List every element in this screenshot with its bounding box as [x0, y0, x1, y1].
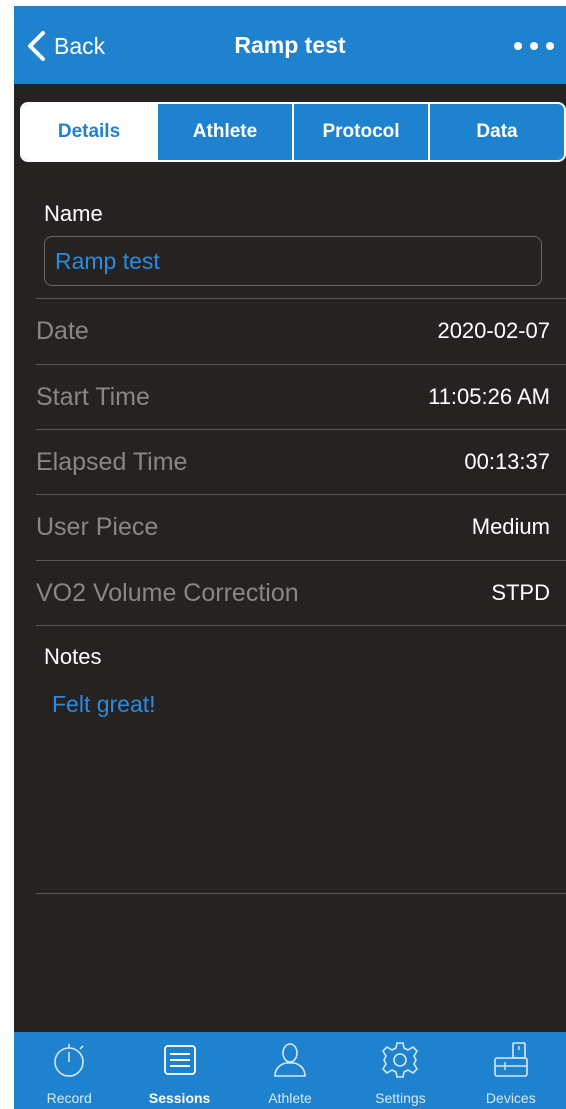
elapsed-time-label: Elapsed Time — [36, 447, 188, 476]
divider — [36, 893, 566, 894]
tab-protocol[interactable]: Protocol — [292, 104, 428, 160]
tabbar-item-sessions[interactable]: Sessions — [124, 1032, 234, 1109]
start-time-label: Start Time — [36, 382, 150, 411]
tab-data[interactable]: Data — [428, 104, 564, 160]
tabbar-label: Athlete — [268, 1090, 312, 1106]
tabbar-label: Record — [46, 1090, 92, 1106]
date-row: Date 2020-02-07 — [36, 299, 550, 363]
user-piece-row[interactable]: User Piece Medium — [36, 495, 550, 559]
vo2-correction-label: VO2 Volume Correction — [36, 578, 299, 607]
user-piece-label: User Piece — [36, 512, 159, 541]
device-icon — [494, 1042, 528, 1077]
vo2-correction-value: STPD — [491, 580, 550, 605]
tabbar-item-devices[interactable]: Devices — [456, 1032, 566, 1109]
divider — [36, 625, 566, 626]
more-horizontal-icon — [514, 42, 522, 50]
stopwatch-icon — [54, 1044, 85, 1077]
notes-label: Notes — [44, 644, 102, 669]
tabbar-label: Settings — [375, 1090, 426, 1106]
tabbar-item-settings[interactable]: Settings — [345, 1032, 455, 1109]
tab-athlete[interactable]: Athlete — [156, 104, 292, 160]
tabbar-item-athlete[interactable]: Athlete — [235, 1032, 345, 1109]
tab-details[interactable]: Details — [22, 104, 156, 160]
navigation-bar: Back Ramp test — [14, 6, 566, 84]
page-title: Ramp test — [234, 32, 346, 58]
name-label: Name — [44, 201, 103, 226]
tabbar-label: Devices — [485, 1090, 536, 1106]
user-piece-value: Medium — [471, 514, 550, 539]
vo2-correction-row[interactable]: VO2 Volume Correction STPD — [36, 561, 550, 625]
elapsed-time-value: 00:13:37 — [464, 449, 550, 474]
segment-bar: Details Athlete Protocol Data — [14, 84, 566, 178]
tabbar-item-record[interactable]: Record — [14, 1032, 124, 1109]
tab-bar: Record Sessions Athlete Settings Devices — [14, 1032, 566, 1109]
list-icon — [163, 1045, 196, 1075]
start-time-value: 11:05:26 AM — [428, 384, 550, 409]
notes-textarea[interactable]: Felt great! — [52, 691, 156, 718]
date-label: Date — [36, 316, 89, 345]
start-time-row: Start Time 11:05:26 AM — [36, 365, 550, 429]
tabbar-label: Sessions — [148, 1090, 211, 1106]
name-input[interactable]: Ramp test — [44, 236, 542, 286]
segmented-control: Details Athlete Protocol Data — [20, 102, 566, 162]
app-screen: Back Ramp test Details Athlete Protocol … — [14, 6, 566, 1109]
person-icon — [274, 1043, 306, 1077]
more-options-button[interactable] — [514, 34, 554, 58]
elapsed-time-row: Elapsed Time 00:13:37 — [36, 430, 550, 494]
gear-icon — [382, 1042, 419, 1078]
date-value: 2020-02-07 — [437, 318, 550, 343]
